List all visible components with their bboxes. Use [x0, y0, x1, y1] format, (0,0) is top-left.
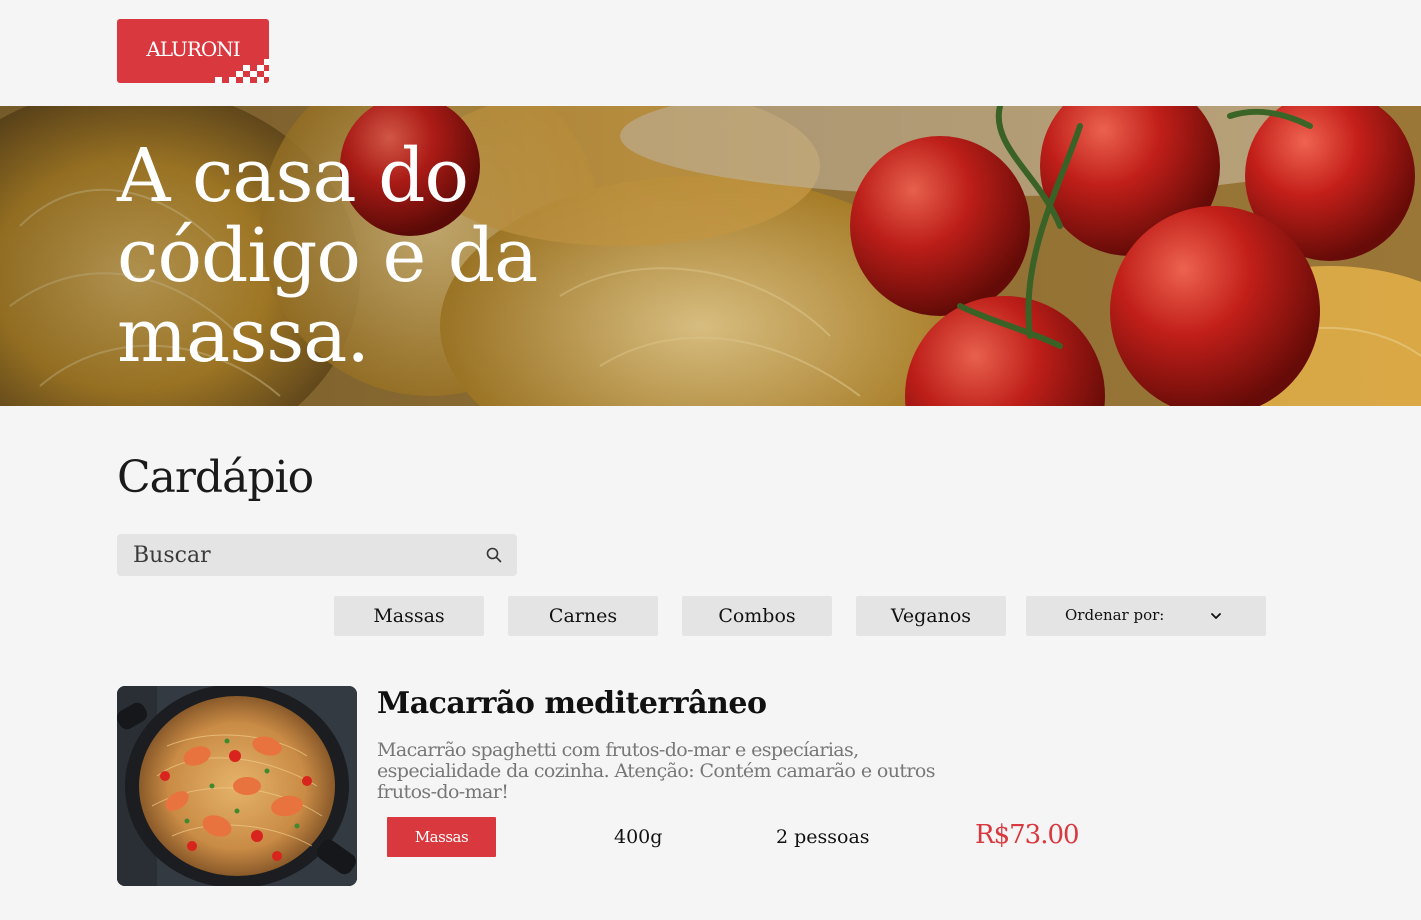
- logo[interactable]: ALURONI: [117, 19, 269, 83]
- chevron-down-icon: [1211, 613, 1221, 619]
- item-serving: 2 pessoas: [776, 826, 870, 848]
- pasta-dish-image: [117, 686, 357, 886]
- logo-checker-pattern: [179, 53, 269, 83]
- filter-massas-button[interactable]: Massas: [334, 596, 484, 636]
- item-size: 400g: [614, 826, 663, 848]
- sort-label: Ordenar por:: [1065, 606, 1165, 624]
- site-header: ALURONI: [0, 0, 1421, 106]
- hero-banner: A casa do código e da massa.: [0, 106, 1421, 406]
- search-icon[interactable]: [485, 546, 503, 564]
- menu-title: Cardápio: [117, 452, 314, 503]
- item-image: [117, 686, 357, 886]
- item-category-tag[interactable]: Massas: [387, 817, 496, 857]
- filter-combos-button[interactable]: Combos: [682, 596, 832, 636]
- search-input[interactable]: [117, 534, 477, 576]
- item-name: Macarrão mediterrâneo: [377, 686, 767, 721]
- filter-carnes-button[interactable]: Carnes: [508, 596, 658, 636]
- search-bar: [117, 534, 517, 576]
- item-description: Macarrão spaghetti com frutos-do-mar e e…: [377, 739, 935, 803]
- sort-dropdown[interactable]: Ordenar por:: [1026, 596, 1266, 636]
- hero-title: A casa do código e da massa.: [117, 133, 538, 379]
- item-price: R$73.00: [975, 820, 1080, 850]
- filter-veganos-button[interactable]: Veganos: [856, 596, 1006, 636]
